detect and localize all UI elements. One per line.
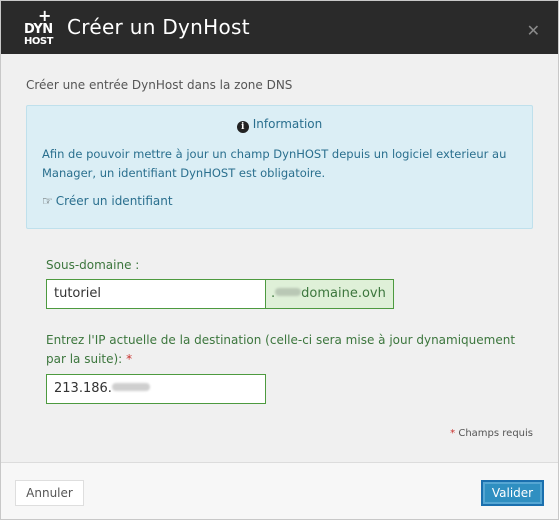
modal-title: Créer un DynHost: [67, 15, 250, 39]
info-text: Afin de pouvoir mettre à jour un champ D…: [42, 147, 507, 180]
dynhost-logo: + DYN HOST: [21, 8, 57, 49]
blurred-ip-part: [111, 383, 150, 391]
info-header: i Information: [27, 117, 532, 133]
blurred-domain-part: [275, 288, 302, 296]
close-icon[interactable]: ✕: [527, 21, 540, 40]
ip-label-text: Entrez l'IP actuelle de la destination (…: [46, 333, 516, 366]
ip-input[interactable]: 213.186.: [46, 374, 266, 404]
ip-value: 213.186.: [54, 381, 112, 396]
modal-footer: Annuler Valider: [1, 462, 558, 519]
info-circle-icon: i: [236, 121, 249, 133]
required-note-text: Champs requis: [458, 428, 533, 439]
subdomain-input[interactable]: tutoriel: [46, 279, 266, 309]
subdomain-label: Sous-domaine :: [46, 258, 140, 272]
modal-header: + DYN HOST Créer un DynHost ✕: [1, 1, 558, 54]
info-box: i Information Afin de pouvoir mettre à jo…: [26, 105, 533, 229]
hand-pointer-icon: ☞: [42, 194, 53, 208]
logo-host-text: HOST: [24, 36, 53, 47]
required-note: * Champs requis: [450, 428, 533, 439]
cancel-button[interactable]: Annuler: [15, 480, 84, 506]
domain-suffix: domaine.ovh: [301, 286, 386, 301]
ip-label: Entrez l'IP actuelle de la destination (…: [46, 331, 536, 369]
create-identifier-label: Créer un identifiant: [55, 194, 173, 208]
logo-dyn-text: DYN: [24, 22, 53, 37]
submit-button[interactable]: Valider: [481, 480, 544, 506]
create-identifier-link[interactable]: ☞ Créer un identifiant: [42, 194, 173, 208]
info-title: Information: [252, 117, 323, 131]
required-note-asterisk: *: [450, 428, 456, 439]
required-asterisk: *: [126, 352, 133, 366]
dynhost-modal: + DYN HOST Créer un DynHost ✕ Créer une …: [0, 0, 559, 520]
modal-subtitle: Créer une entrée DynHost dans la zone DN…: [26, 78, 293, 92]
domain-addon: . domaine.ovh: [265, 279, 394, 309]
